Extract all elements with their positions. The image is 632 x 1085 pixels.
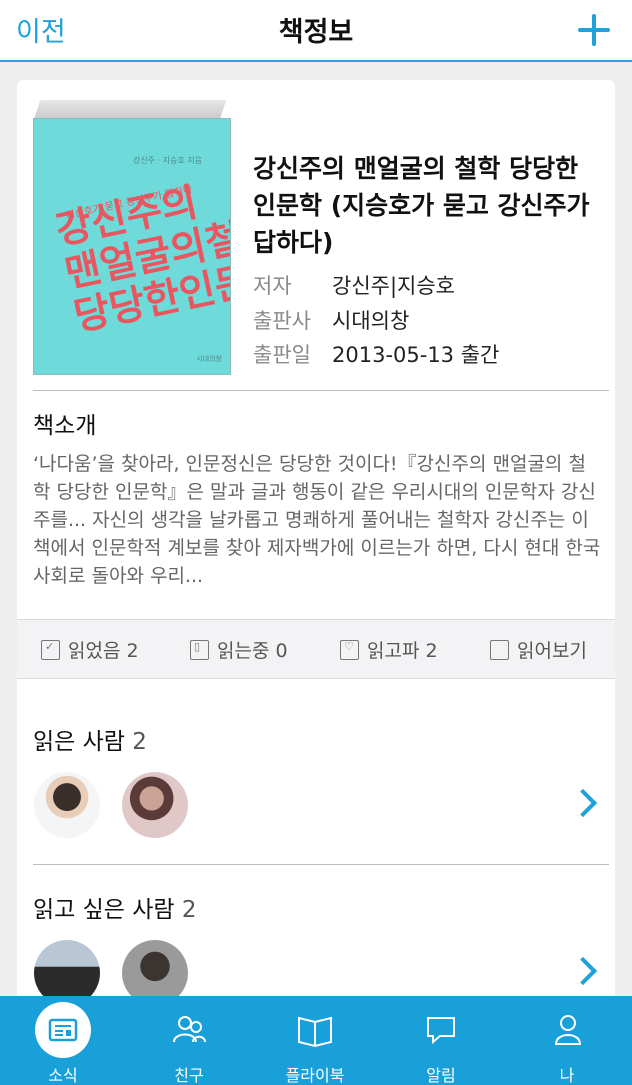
tab-label: 플라이북 (285, 1066, 345, 1085)
intro-text[interactable]: ‘나다움’을 찾아라, 인문정신은 당당한 것이다!『강신주의 맨얼굴의 철학 … (33, 450, 603, 590)
wishers-title: 읽고 싶은 사람 2 (33, 897, 197, 923)
person-icon (554, 1015, 582, 1045)
tab-flybook[interactable]: 플라이북 (252, 996, 378, 1085)
reading-stats-bar: ✓ 읽었음 2 ▯ 읽는중 0 ♡ 읽고파 2 읽어보기 (17, 619, 615, 679)
meta-value: 강신주|지승호 (332, 274, 455, 298)
chevron-right-icon[interactable] (568, 956, 598, 986)
tab-notifications[interactable]: 알림 (378, 996, 504, 1085)
divider (33, 864, 609, 865)
meta-key: 출판사 (253, 309, 311, 333)
book-cover[interactable]: 강신주 · 지승호 지음 지승호가 묻고 강신주가 답하다 강신주의 맨얼굴의철… (33, 100, 231, 375)
stat-preview[interactable]: 읽어보기 (490, 636, 587, 663)
meta-value: 2013-05-13 출간 (332, 343, 500, 367)
tab-friends[interactable]: 친구 (126, 996, 252, 1085)
book-title: 강신주의 맨얼굴의 철학 당당한 인문학 (지승호가 묻고 강신주가 답하다) (253, 154, 590, 257)
tab-me[interactable]: 나 (504, 996, 632, 1085)
news-icon (48, 1018, 78, 1042)
cover-publisher: 시대의창 (196, 355, 222, 363)
tab-bar: 소식 친구 플라이북 알림 나 (0, 996, 632, 1085)
cover-page-edge (33, 100, 227, 120)
meta-key: 출판일 (253, 343, 311, 367)
cover-face: 강신주 · 지승호 지음 지승호가 묻고 강신주가 답하다 강신주의 맨얼굴의철… (33, 118, 231, 375)
meta-key: 저자 (253, 274, 292, 298)
stat-reading[interactable]: ▯ 읽는중 0 (190, 636, 288, 663)
chevron-right-icon[interactable] (568, 788, 598, 818)
divider (33, 390, 609, 391)
meta-value: 시대의창 (332, 309, 410, 333)
avatar[interactable] (122, 772, 188, 838)
add-icon[interactable] (578, 14, 610, 46)
cover-authors: 강신주 · 지승호 지음 (132, 156, 202, 165)
check-box-icon: ✓ (41, 640, 60, 660)
nav-bar: 이전 책정보 (0, 0, 632, 62)
tab-news[interactable]: 소식 (0, 996, 126, 1085)
tab-label: 알림 (426, 1066, 456, 1085)
tab-label: 소식 (48, 1066, 78, 1085)
book-info-card: 강신주 · 지승호 지음 지승호가 묻고 강신주가 답하다 강신주의 맨얼굴의철… (17, 80, 615, 1080)
tab-label: 나 (559, 1066, 575, 1085)
friends-icon (173, 1016, 206, 1043)
stat-want[interactable]: ♡ 읽고파 2 (340, 636, 438, 663)
stat-read[interactable]: ✓ 읽었음 2 (41, 636, 139, 663)
bookmark-box-icon: ▯ (190, 640, 209, 660)
readers-title: 읽은 사람 2 (33, 729, 147, 755)
cover-title: 강신주의 맨얼굴의철학 당당한인문학 (51, 180, 231, 341)
book-icon (298, 1016, 332, 1048)
page-title: 책정보 (278, 17, 354, 48)
heart-box-icon: ♡ (340, 640, 359, 660)
chat-bubble-icon (427, 1017, 455, 1045)
intro-heading: 책소개 (33, 413, 97, 439)
tab-label: 친구 (174, 1066, 204, 1085)
avatar[interactable] (34, 772, 100, 838)
page-icon (490, 640, 509, 660)
